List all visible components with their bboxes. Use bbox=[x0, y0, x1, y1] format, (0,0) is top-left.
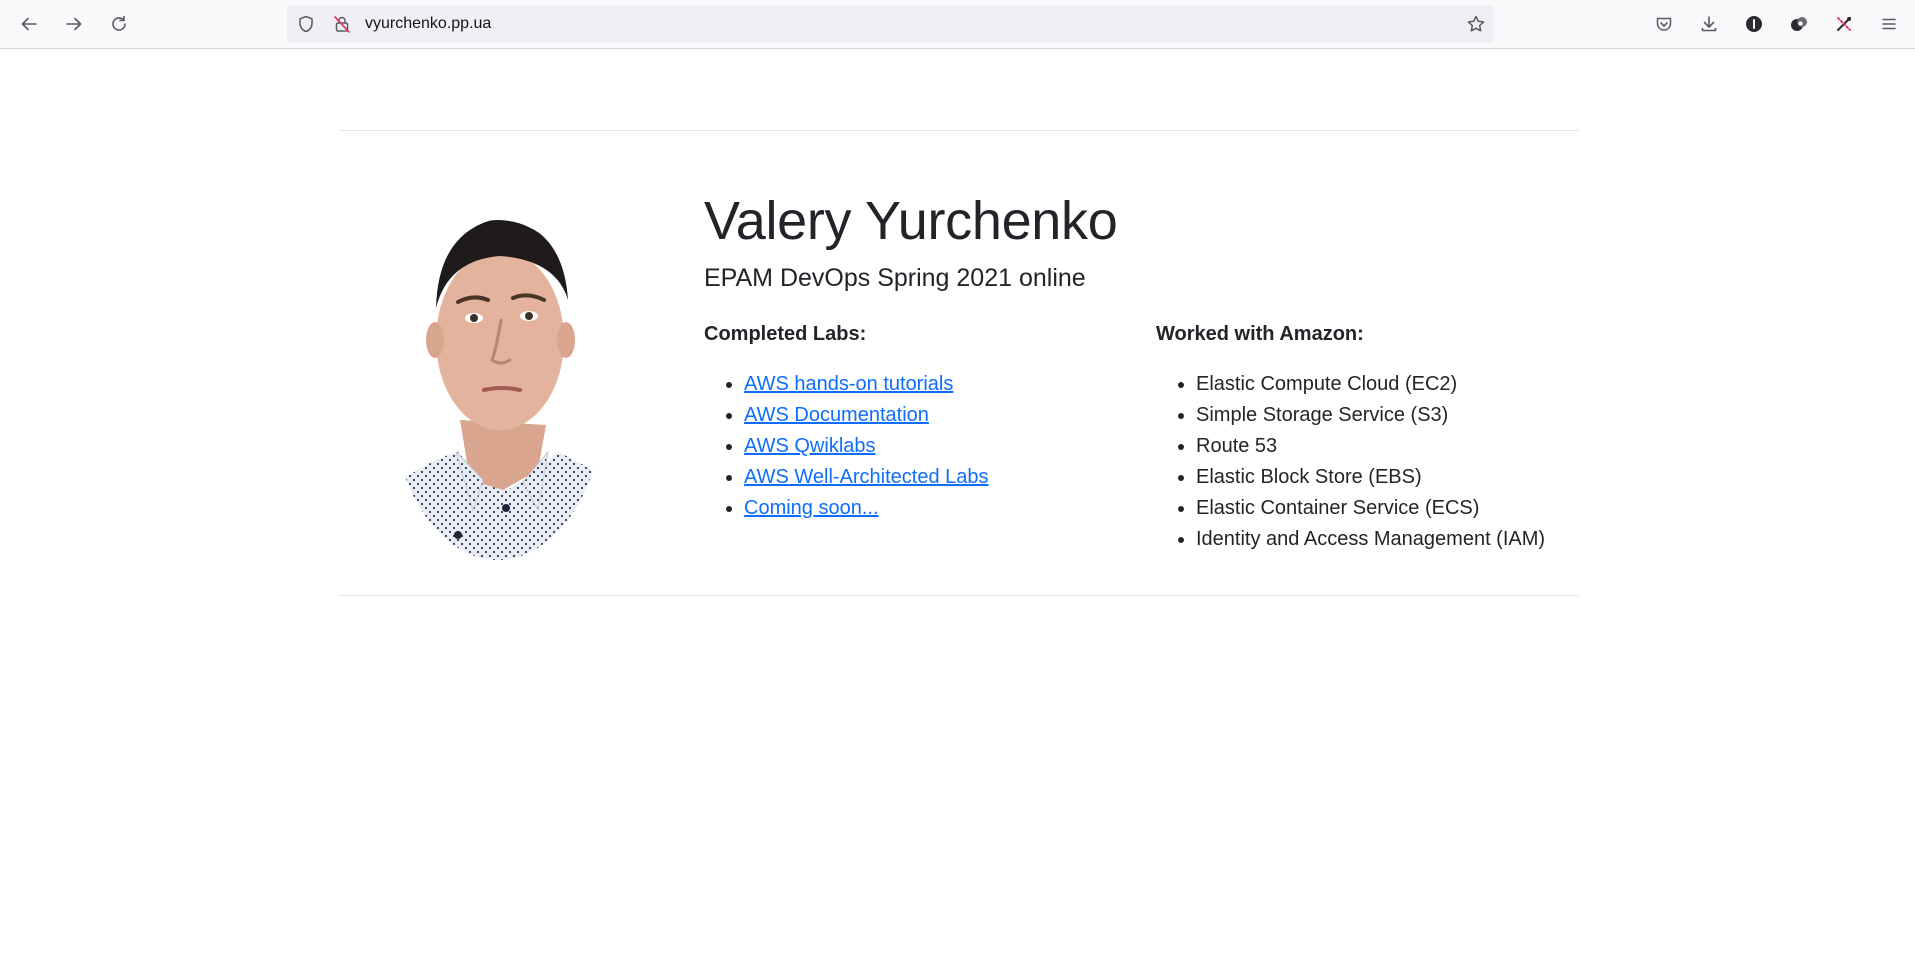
url-text[interactable]: vyurchenko.pp.ua bbox=[365, 15, 491, 33]
info-circle-icon bbox=[1746, 16, 1762, 32]
list-item: Coming soon... bbox=[744, 493, 989, 524]
reload-icon bbox=[112, 15, 126, 31]
download-icon bbox=[1701, 16, 1717, 32]
amazon-services-list: Elastic Compute Cloud (EC2) Simple Stora… bbox=[1156, 369, 1545, 555]
list-item: Route 53 bbox=[1196, 431, 1545, 462]
labs-list: AWS hands-on tutorials AWS Documentation… bbox=[704, 369, 989, 524]
list-item: AWS Qwiklabs bbox=[744, 431, 989, 462]
insecure-lock-icon[interactable] bbox=[332, 14, 352, 34]
amazon-heading: Worked with Amazon: bbox=[1156, 323, 1364, 345]
back-button[interactable] bbox=[14, 9, 44, 39]
labs-heading: Completed Labs: bbox=[704, 323, 867, 345]
list-item: AWS Documentation bbox=[744, 400, 989, 431]
list-item: Simple Storage Service (S3) bbox=[1196, 400, 1545, 431]
browser-toolbar: vyurchenko.pp.ua bbox=[0, 0, 1915, 49]
list-item: AWS Well-Architected Labs bbox=[744, 462, 989, 493]
list-item: Elastic Container Service (ECS) bbox=[1196, 493, 1545, 524]
lab-link[interactable]: AWS hands-on tutorials bbox=[744, 373, 953, 395]
menu-button[interactable] bbox=[1874, 9, 1904, 39]
pocket-icon bbox=[1656, 17, 1672, 31]
profile-photo bbox=[390, 220, 606, 560]
lab-link[interactable]: AWS Documentation bbox=[744, 404, 929, 426]
profile-name: Valery Yurchenko bbox=[704, 191, 1118, 251]
lab-link[interactable]: Coming soon... bbox=[744, 497, 879, 519]
downloads-button[interactable] bbox=[1694, 9, 1724, 39]
forward-button[interactable] bbox=[59, 9, 89, 39]
reload-button[interactable] bbox=[104, 9, 134, 39]
pocket-button[interactable] bbox=[1649, 9, 1679, 39]
arrow-right-icon bbox=[66, 17, 82, 31]
arrow-left-icon bbox=[21, 17, 37, 31]
lab-link[interactable]: AWS Qwiklabs bbox=[744, 435, 876, 457]
hamburger-menu-icon bbox=[1882, 18, 1896, 30]
lab-link[interactable]: AWS Well-Architected Labs bbox=[744, 466, 989, 488]
extension-info-button[interactable] bbox=[1739, 9, 1769, 39]
shield-icon[interactable] bbox=[296, 14, 316, 34]
bottom-divider bbox=[339, 595, 1579, 596]
extension-button[interactable] bbox=[1784, 9, 1814, 39]
list-item: AWS hands-on tutorials bbox=[744, 369, 989, 400]
list-item: Elastic Block Store (EBS) bbox=[1196, 462, 1545, 493]
url-bar[interactable]: vyurchenko.pp.ua bbox=[287, 5, 1494, 43]
extension-icon bbox=[1791, 17, 1807, 31]
list-item: Elastic Compute Cloud (EC2) bbox=[1196, 369, 1545, 400]
tools-button[interactable] bbox=[1829, 9, 1859, 39]
top-divider bbox=[339, 130, 1579, 131]
star-icon[interactable] bbox=[1466, 14, 1486, 34]
profile-subtitle: EPAM DevOps Spring 2021 online bbox=[704, 264, 1086, 292]
list-item: Identity and Access Management (IAM) bbox=[1196, 524, 1545, 555]
tools-icon bbox=[1837, 17, 1851, 31]
